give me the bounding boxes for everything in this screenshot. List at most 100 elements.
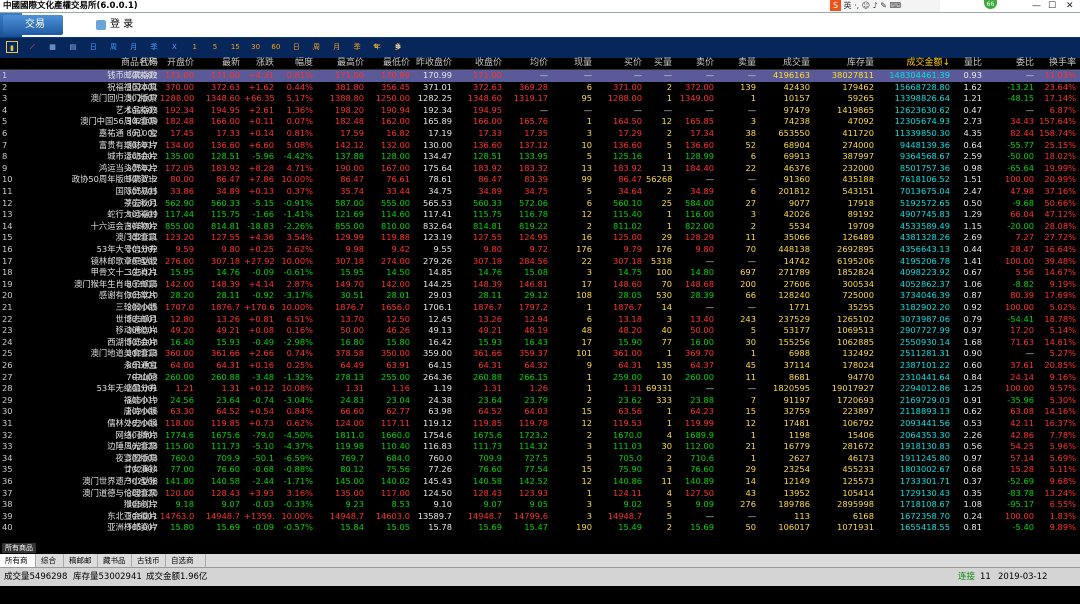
minimize-button[interactable]: — <box>1032 0 1041 12</box>
column-header[interactable]: 最低价 <box>366 58 410 69</box>
table-row[interactable]: 27 中山陵 702003 260.00 260.88 -3.48 -1.32% 278.13… <box>0 372 1080 384</box>
category-tab[interactable]: 自选商品 <box>166 554 206 578</box>
login-menu-button[interactable]: 登 录 <box>96 15 133 35</box>
table-row[interactable]: 1 钱币邮票指数 100002 171.00 171.00 +4.31 0.81% 171.0… <box>0 70 1080 82</box>
table-row[interactable]: 23 移动通信片 306004 49.20 49.21 +0.08 0.16% 50.00 46… <box>0 325 1080 337</box>
f8-icon[interactable]: 月 <box>331 41 343 53</box>
column-header[interactable]: 昨收盘价 <box>412 58 452 69</box>
column-header[interactable]: 最新 <box>196 58 240 69</box>
column-header[interactable]: 买量 <box>646 58 672 69</box>
category-tab[interactable]: 稿邮邮票 <box>64 554 98 578</box>
chart-bars-icon[interactable]: ▮ <box>6 41 18 53</box>
table-row[interactable]: 38 猴自创片 305012 9.18 9.07 -0.03 -0.33% 9.23 8.53 9… <box>0 499 1080 511</box>
f1-icon[interactable]: 1 <box>189 41 201 53</box>
table-row[interactable]: 35 廿女演钞 702004 77.00 76.60 -0.68 -0.88% 80.12 75… <box>0 464 1080 476</box>
column-header[interactable]: 幅度 <box>277 58 313 69</box>
cell-value: 125.16 <box>612 151 642 162</box>
table-row[interactable]: 26 永乐通宝 801001 64.00 64.31 +0.16 0.25% 64.49 63.… <box>0 360 1080 372</box>
table-row[interactable]: 4 艺术品指数 100003 192.34 194.95 +2.61 1.36% 198.20… <box>0 105 1080 117</box>
table-row[interactable]: 11 国际贸易封 305005 33.86 34.89 +0.13 0.37% 35.74 33… <box>0 186 1080 198</box>
column-header[interactable]: 收盘价 <box>458 58 502 69</box>
pen-icon[interactable]: ✎ <box>370 41 382 53</box>
cell-value: 572.06 <box>518 197 548 208</box>
table-row[interactable]: 18 甲骨文十二生肖片 305021 15.95 14.76 -0.09 -0.61% 15.… <box>0 267 1080 279</box>
column-header[interactable]: 成交金额↓ <box>878 58 950 69</box>
day-icon[interactable]: 日 <box>87 41 99 53</box>
f7-icon[interactable]: 周 <box>311 41 323 53</box>
category-strip-all[interactable]: 所有商品 <box>2 543 36 553</box>
close-button[interactable]: ✕ <box>1066 0 1074 12</box>
table-row[interactable]: 34 夜宴图版票 302003 760.0 709.9 -50.1 -6.59% 769.7 6… <box>0 453 1080 465</box>
category-tab[interactable]: 古钱币 <box>132 554 166 567</box>
maximize-button[interactable]: ☐ <box>1048 0 1056 12</box>
column-header[interactable]: 卖量 <box>718 58 756 69</box>
quarter-icon[interactable]: 季 <box>148 41 160 53</box>
table-row[interactable]: 14 十六运会吉祥物片 306002 855.00 814.81 -18.83 -2.26%… <box>0 221 1080 233</box>
column-header[interactable]: 买价 <box>596 58 642 69</box>
calendar-icon[interactable]: ▤ <box>67 41 79 53</box>
column-header[interactable]: 换手率 <box>1038 58 1076 69</box>
table-row[interactable]: 8 城市运动会片 305002 135.00 128.51 -5.96 -4.42% 137.… <box>0 151 1080 163</box>
ime-lang-label[interactable]: 英 <box>844 1 852 10</box>
table-row[interactable]: 24 西湖博览会片 305008 16.40 15.93 -0.49 -2.98% 16.80… <box>0 337 1080 349</box>
table-row[interactable]: 13 蛇行大运福封 305009 117.44 115.75 -1.66 -1.41% 121… <box>0 209 1080 221</box>
table-row[interactable]: 39东北亚会徽片30600114763.014948.7+1359.010.00… <box>0 511 1080 523</box>
f2-icon[interactable]: 5 <box>209 41 221 53</box>
ime-tool-icons[interactable]: ·, ☺ ♪ ✎ ⌨ <box>854 1 901 10</box>
category-tab[interactable]: 所有商品 <box>0 554 36 578</box>
table-row[interactable]: 36 澳门世界遗产小型张 302008 141.80 140.58 -2.44 -1.71%… <box>0 476 1080 488</box>
f3-icon[interactable]: 15 <box>229 41 241 53</box>
column-header[interactable]: 最高价 <box>316 58 364 69</box>
table-row[interactable]: 20 感谢有你日常片 305020 28.20 28.11 -0.92 -3.17% 30.5… <box>0 290 1080 302</box>
table-row[interactable]: 37 澳门道德与伦理套票 302020 120.00 128.43 +3.93 3.16% 1… <box>0 488 1080 500</box>
grid-icon[interactable]: ▦ <box>47 41 59 53</box>
column-header[interactable]: 涨跌 <box>244 58 274 69</box>
table-row[interactable]: 12 茶壶秋月 703001 562.90 560.33 -5.15 -0.91% 587.0… <box>0 198 1080 210</box>
trade-menu-button[interactable]: 交易 <box>3 15 63 35</box>
table-row[interactable]: 9 鸿运当头贺年片 305022 172.05 183.92 +8.28 4.71% 190.… <box>0 163 1080 175</box>
table-row[interactable]: 29 福娃小片 305019 24.56 23.64 -0.74 -3.04% 24.83 23… <box>0 395 1080 407</box>
table-row[interactable]: 10 政协50周年版邮票贺卡 305012 80.00 86.47 +7.86 10.00%… <box>0 174 1080 186</box>
column-header[interactable]: 卖价 <box>676 58 714 69</box>
f5-icon[interactable]: 60 <box>270 41 282 53</box>
table-row[interactable]: 19 澳门猴年生肖电子邮票 302015 142.00 148.39 +4.14 2.87%… <box>0 279 1080 291</box>
table-row[interactable]: 21 三轮猴小版 302005 1707.0 1876.7 +170.6 10.00% 187… <box>0 302 1080 314</box>
table-row[interactable]: 40 亚洲杯邮资片 305007 15.80 15.69 -0.09 -0.57% 15.84… <box>0 522 1080 534</box>
column-header[interactable]: 均价 <box>510 58 548 69</box>
table-row[interactable]: 3 澳门回归澳门版票 302007 1288.00 1348.60 +66.35 5.17%… <box>0 93 1080 105</box>
column-header[interactable]: 委比 <box>994 58 1034 69</box>
column-header[interactable]: 现量 <box>552 58 592 69</box>
table-row[interactable]: 5 澳门中国56周年套票 302009 182.48 166.00 +0.11 0.07% 1… <box>0 116 1080 128</box>
column-header[interactable]: 成交量 <box>760 58 810 69</box>
table-row[interactable]: 6 嘉祐通（元）宝 801002 17.45 17.33 +0.14 0.81% 17.59 1… <box>0 128 1080 140</box>
f6-icon[interactable]: 日 <box>290 41 302 53</box>
table-row[interactable]: 28 53年无缩量分券 201001 1.21 1.31 +0.12 10.08% 1.31 1… <box>0 383 1080 395</box>
line-chart-icon[interactable]: ⟋ <box>26 41 38 53</box>
table-row[interactable]: 32 网络门牌片 306003 1774.6 1675.6 -79.0 -4.50% 1811… <box>0 430 1080 442</box>
f9-icon[interactable]: 季 <box>351 41 363 53</box>
table-row[interactable]: 33 边陲风光套票 302023 115.00 111.73 -5.10 -4.37% 119… <box>0 441 1080 453</box>
table-row[interactable]: 17 镜林邮歌章原型版 203002 276.00 307.18 +27.92 10.00%… <box>0 256 1080 268</box>
table-row[interactable]: 30 唐诗小版 202006 63.30 64.52 +0.54 0.84% 66.60 62.… <box>0 406 1080 418</box>
table-row[interactable]: 25 澳门地道美食套票 302013 360.00 361.66 +2.66 0.74% 37… <box>0 348 1080 360</box>
cell-value: 17 <box>581 278 592 289</box>
week-icon[interactable]: 周 <box>108 41 120 53</box>
category-tab[interactable]: 藏书品 <box>98 554 132 567</box>
table-row[interactable]: 2 祝福祖国本票 302001 370.00 372.63 +1.62 0.44% 381.8… <box>0 82 1080 94</box>
table-row[interactable]: 31 儒林外史小版 202004 118.00 119.85 +0.73 0.62% 124.… <box>0 418 1080 430</box>
x-icon[interactable]: X <box>168 41 180 53</box>
column-header[interactable]: 量比 <box>952 58 982 69</box>
table-row[interactable]: 15 澳门事套票 302011 123.20 127.55 +4.36 3.54% 129.9… <box>0 232 1080 244</box>
column-header[interactable]: 开盘价 <box>160 58 194 69</box>
table-row[interactable]: 7 富贵有期财年片 305017 134.00 136.60 +6.60 5.08% 142.… <box>0 140 1080 152</box>
gear-icon[interactable]: ✲ <box>392 41 404 53</box>
month-icon[interactable]: 月 <box>128 41 140 53</box>
category-tab[interactable]: 综合 <box>36 554 64 567</box>
f4-icon[interactable]: 30 <box>250 41 262 53</box>
table-row[interactable]: 22 世博志邮月 205001 12.80 13.26 +0.81 6.51% 13.70 12… <box>0 314 1080 326</box>
column-header[interactable]: 库存量 <box>814 58 874 69</box>
cell-value: 50 <box>745 522 756 533</box>
ime-toolbar[interactable]: S 英 ·, ☺ ♪ ✎ ⌨ <box>828 0 940 12</box>
column-header[interactable]: 代码 <box>124 58 158 69</box>
table-row[interactable]: 16 53年大号信分券 201002 9.59 9.80 +0.25 2.62% 9.98 9.… <box>0 244 1080 256</box>
